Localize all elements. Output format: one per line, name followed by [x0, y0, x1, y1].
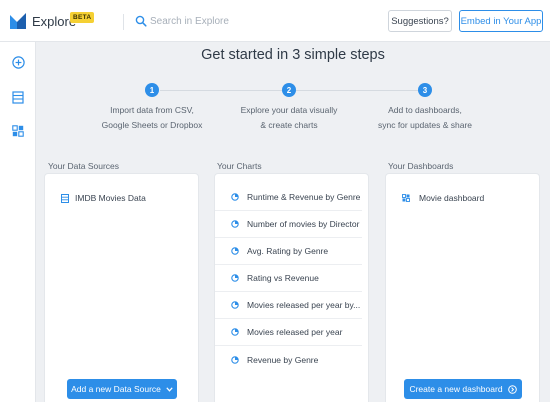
chart-name: Runtime & Revenue by Genre — [247, 192, 361, 202]
step-line: Explore your data visually — [240, 105, 338, 115]
left-rail — [0, 42, 36, 402]
embed-in-your-app-button[interactable]: Embed in Your App — [459, 10, 543, 32]
page-title: Get started in 3 simple steps — [201, 47, 385, 63]
button-label: Add a new Data Source — [71, 384, 161, 394]
list-item[interactable]: IMDB Movies Data — [61, 193, 146, 203]
chart-name: Rating vs Revenue — [247, 273, 319, 283]
step-number: 1 — [145, 83, 159, 97]
chart-list-item[interactable]: Movies released per year — [215, 319, 362, 346]
step-line: Import data from CSV, — [110, 105, 194, 115]
pie-chart-icon — [231, 355, 239, 364]
suggestions-button[interactable]: Suggestions? — [388, 10, 452, 32]
arrow-circle-right-icon — [507, 384, 517, 394]
button-label: Create a new dashboard — [409, 384, 503, 394]
add-data-source-button[interactable]: Add a new Data Source — [67, 379, 177, 399]
data-sources-nav[interactable] — [10, 89, 26, 105]
chart-name: Revenue by Genre — [247, 354, 319, 365]
chart-name: Movies released per year by... — [247, 300, 361, 310]
add-circle-icon — [11, 55, 25, 69]
step-description: Add to dashboards, sync for updates & sh… — [350, 103, 500, 133]
step-line: & create charts — [260, 120, 318, 130]
chart-list: Runtime & Revenue by Genre Number of mov… — [215, 184, 368, 373]
step-2: 2 Explore your data visually & create ch… — [214, 83, 364, 133]
chart-list-item[interactable]: Avg. Rating by Genre — [215, 238, 362, 265]
step-description: Explore your data visually & create char… — [214, 103, 364, 133]
charts-label: Your Charts — [217, 161, 262, 171]
step-number: 2 — [282, 83, 296, 97]
chart-list-item[interactable]: Runtime & Revenue by Genre — [215, 184, 362, 211]
explore-logo-icon[interactable] — [9, 12, 27, 30]
step-3: 3 Add to dashboards, sync for updates & … — [350, 83, 500, 133]
chevron-down-icon — [166, 386, 173, 392]
pie-chart-icon — [231, 247, 239, 255]
beta-badge: BETA — [70, 12, 95, 23]
datasource-list-icon — [12, 90, 24, 104]
chart-list-item[interactable]: Rating vs Revenue — [215, 265, 362, 292]
step-description: Import data from CSV, Google Sheets or D… — [77, 103, 227, 133]
step-line: Add to dashboards, — [388, 105, 462, 115]
pie-chart-icon — [231, 274, 239, 282]
charts-card: Runtime & Revenue by Genre Number of mov… — [215, 174, 368, 402]
dashboards-card: Movie dashboard Create a new dashboard — [386, 174, 539, 402]
database-icon — [61, 193, 69, 203]
chart-name: Movies released per year — [247, 327, 343, 337]
pie-chart-icon — [231, 193, 239, 201]
chart-name: Avg. Rating by Genre — [247, 246, 329, 256]
pie-chart-icon — [231, 301, 239, 309]
dashboard-grid-icon — [402, 194, 410, 202]
step-1: 1 Import data from CSV, Google Sheets or… — [77, 83, 227, 133]
top-bar: Explore BETA Suggestions? Embed in Your … — [0, 0, 550, 42]
step-line: Google Sheets or Dropbox — [101, 120, 203, 130]
chart-list-item[interactable]: Revenue by Genre — [215, 346, 362, 373]
pie-chart-icon — [231, 328, 239, 336]
step-line: sync for updates & share — [377, 120, 473, 130]
chart-list-item[interactable]: Movies released per year by... — [215, 292, 362, 319]
dashboard-grid-icon — [12, 125, 24, 137]
search-icon — [135, 15, 147, 27]
chart-list-item[interactable]: Number of movies by Director — [215, 211, 362, 238]
pie-chart-icon — [231, 220, 239, 228]
dashboard-name: Movie dashboard — [419, 193, 485, 203]
dashboards-label: Your Dashboards — [388, 161, 454, 171]
data-sources-card: IMDB Movies Data Add a new Data Source — [45, 174, 198, 402]
data-sources-label: Your Data Sources — [48, 161, 120, 171]
create-dashboard-button[interactable]: Create a new dashboard — [404, 379, 522, 399]
chart-name: Number of movies by Director — [247, 219, 360, 229]
step-number: 3 — [418, 83, 432, 97]
add-new-button[interactable] — [10, 54, 26, 70]
data-source-name: IMDB Movies Data — [75, 193, 146, 203]
divider — [123, 14, 124, 30]
list-item[interactable]: Movie dashboard — [402, 193, 484, 203]
search-input[interactable] — [150, 12, 340, 30]
dashboards-nav[interactable] — [10, 123, 26, 139]
